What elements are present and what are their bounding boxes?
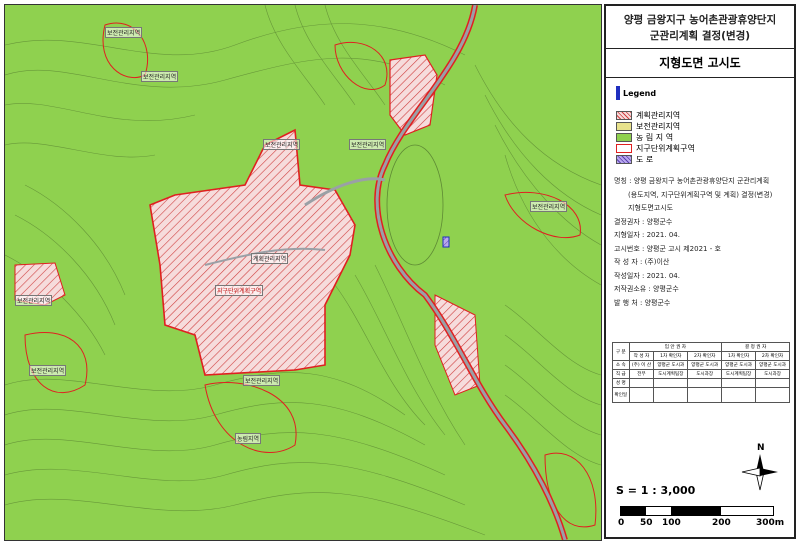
table-row: 작 성 자 1차 확인자 2차 확인자 1차 확인자 2차 확인자 (613, 351, 790, 361)
table-row: 구 분 입 안 권 자 결 정 권 자 (612, 342, 790, 361)
legend: Legend 계획관리지역 보전관리지역 농 림 지 역 지구단위계획구역 도 … (606, 78, 794, 165)
table-cell: 도시과장 (755, 369, 790, 379)
table-row: 확인일 (612, 387, 790, 403)
north-label: N (757, 443, 765, 453)
table-cell (721, 378, 757, 388)
scale-tick: 50 (640, 518, 653, 528)
info-made: 작성일자 : 2021. 04. (614, 271, 680, 280)
legend-label: 지구단위계획구역 (636, 144, 695, 153)
legend-heading-text: Legend (623, 88, 657, 98)
map-label: 보전관리지역 (15, 295, 53, 306)
title-line-1: 양평 금왕지구 농어촌관광휴양단지 (623, 14, 777, 26)
table-row: 소 속 (주) 이 산 양평군 도시과 양평군 도시과 양평군 도시과 양평군 … (612, 360, 790, 370)
table-cell: 양평군 도시과 (755, 360, 790, 370)
table-cell (687, 387, 723, 403)
table-row: 직 급 전무 도시계획팀장 도시과장 도시계획팀장 도시과장 (612, 369, 790, 379)
table-cell: 확인일 (612, 387, 630, 403)
map-svg (5, 5, 601, 540)
plan-info: 명칭 : 양평 금왕지구 농어촌관광휴양단지 군관리계획 (용도지역, 지구단위… (606, 165, 794, 310)
map-label: 보전관리지역 (349, 139, 387, 150)
scale-bar (620, 506, 774, 516)
info-notice: 고시번호 : 양평군 고시 제2021 - 호 (614, 244, 721, 253)
scale-label: S = 1 : 3,000 (616, 484, 696, 497)
legend-item: 농 림 지 역 (616, 132, 788, 143)
scale-tick: 200 (712, 518, 731, 528)
info-panel: 양평 금왕지구 농어촌관광휴양단지 군관리계획 결정(변경) 지형도면 고시도 … (604, 4, 796, 539)
info-date: 지형일자 : 2021. 04. (614, 231, 680, 239)
table-cell: (주) 이 산 (628, 360, 655, 370)
table-cell (628, 387, 655, 403)
hatch-red-icon (616, 111, 632, 120)
legend-bar-icon (616, 86, 620, 100)
table-cell (755, 387, 790, 403)
map-label: 보전관리지역 (243, 375, 281, 386)
table-cell: 구 분 (612, 342, 630, 361)
map-label: 보전관리지역 (141, 71, 179, 82)
swatch-green-icon (616, 133, 632, 142)
map-label: 보전관리지역 (530, 201, 568, 212)
legend-label: 보전관리지역 (636, 122, 681, 131)
title-line-2: 군관리계획 결정(변경) (649, 30, 751, 42)
info-decision: 결정권자 : 양평군수 (614, 217, 673, 226)
table-cell: 성 명 (612, 378, 630, 388)
table-cell: 작 성 자 (628, 351, 655, 361)
scale-ticks: 0 50 100 200 300m (606, 518, 796, 532)
table-cell: 결 정 권 자 (721, 342, 790, 352)
approval-table: 구 분 입 안 권 자 결 정 권 자 작 성 자 1차 확인자 2차 확인자 … (612, 342, 790, 403)
scale-tick: 0 (618, 518, 625, 528)
title-box: 양평 금왕지구 농어촌관광휴양단지 군관리계획 결정(변경) (606, 6, 794, 49)
scale-tick: 100 (662, 518, 681, 528)
table-cell: 도시계획팀장 (653, 369, 689, 379)
map-view[interactable]: 보전관리지역 보전관리지역 보전관리지역 보전관리지역 보전관리지역 보전관리지… (4, 4, 602, 541)
legend-item: 지구단위계획구역 (616, 143, 788, 154)
table-cell: 소 속 (612, 360, 630, 370)
outline-red-icon (616, 144, 632, 153)
subtitle: 지형도면 고시도 (606, 49, 794, 78)
table-cell (653, 387, 689, 403)
legend-item: 보전관리지역 (616, 121, 788, 132)
table-cell (628, 378, 655, 388)
info-author: 작 성 자 : (주)이산 (614, 258, 670, 266)
table-row: 성 명 (612, 378, 790, 388)
table-cell: 2차 확인자 (687, 351, 723, 361)
legend-label: 계획관리지역 (636, 111, 681, 120)
map-label: 보전관리지역 (105, 27, 143, 38)
table-cell: 1차 확인자 (653, 351, 689, 361)
map-label: 보전관리지역 (29, 365, 67, 376)
table-cell: 2차 확인자 (755, 351, 790, 361)
table-cell: 도시과장 (687, 369, 723, 379)
table-cell: 전무 (628, 369, 655, 379)
info-name-2: (용도지역, 지구단위계획구역 및 계획) 결정(변경) (628, 190, 773, 199)
north-arrow-icon: N (741, 443, 778, 491)
legend-heading: Legend (616, 86, 788, 100)
info-name: 명칭 : 양평 금왕지구 농어촌관광휴양단지 군관리계획 (614, 177, 770, 185)
map-label: 지구단위계획구역 (215, 285, 264, 296)
info-issuer: 발 행 처 : 양평군수 (614, 298, 671, 307)
hatch-purple-icon (616, 155, 632, 164)
legend-label: 농 림 지 역 (636, 133, 674, 142)
table-cell: 직 급 (612, 369, 630, 379)
table-cell (687, 378, 723, 388)
table-cell: 양평군 도시과 (687, 360, 723, 370)
table-cell: 양평군 도시과 (721, 360, 757, 370)
map-label: 농림지역 (235, 433, 262, 444)
legend-label: 도 로 (636, 155, 654, 164)
table-cell (653, 378, 689, 388)
road-marker (442, 236, 450, 248)
scale-tick: 300m (756, 518, 785, 528)
table-cell (721, 387, 757, 403)
table-cell: 양평군 도시과 (653, 360, 689, 370)
legend-item: 계획관리지역 (616, 110, 788, 121)
info-name-3: 지형도면고시도 (628, 204, 674, 212)
map-label: 보전관리지역 (263, 139, 301, 150)
table-cell: 도시계획팀장 (721, 369, 757, 379)
table-cell (755, 378, 790, 388)
legend-item: 도 로 (616, 154, 788, 165)
info-owner: 저작권소유 : 양평군수 (614, 285, 679, 293)
table-cell: 입 안 권 자 (628, 342, 723, 352)
table-cell: 1차 확인자 (721, 351, 757, 361)
swatch-yellow-icon (616, 122, 632, 131)
map-label: 계획관리지역 (251, 253, 289, 264)
